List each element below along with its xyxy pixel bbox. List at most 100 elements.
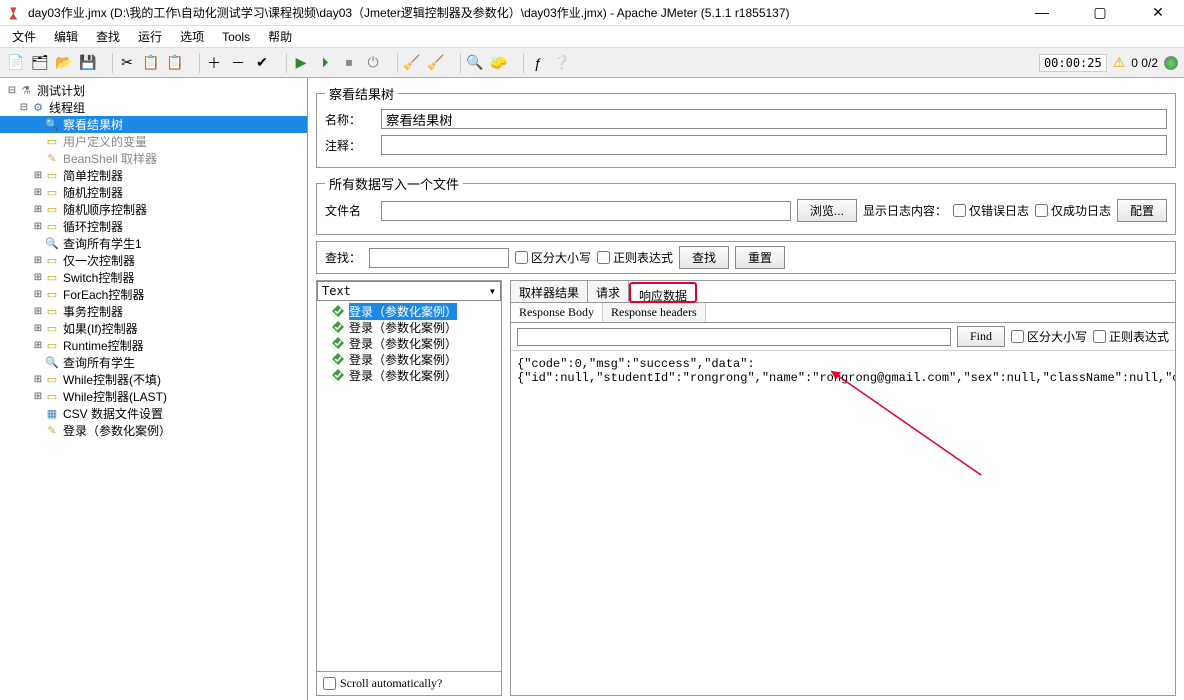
- minimize-button[interactable]: —: [1024, 4, 1060, 21]
- tab-response-data[interactable]: 响应数据: [629, 282, 697, 303]
- find-button[interactable]: Find: [957, 326, 1005, 347]
- subtab-response-body[interactable]: Response Body: [511, 303, 603, 322]
- tree-node[interactable]: 🔍察看结果树: [0, 116, 307, 133]
- sample-item[interactable]: 登录（参数化案例）: [317, 351, 501, 367]
- tree-node[interactable]: ⊞▭随机控制器: [0, 184, 307, 201]
- find-input[interactable]: [517, 328, 951, 346]
- maximize-button[interactable]: ▢: [1082, 4, 1118, 21]
- menu-search[interactable]: 查找: [92, 26, 124, 47]
- menu-tools[interactable]: Tools: [218, 28, 254, 46]
- tree-node[interactable]: ⊞▭事务控制器: [0, 303, 307, 320]
- warning-icon[interactable]: ⚠: [1113, 54, 1126, 71]
- regex-checkbox[interactable]: 正则表达式: [597, 249, 673, 266]
- response-body-text[interactable]: {"code":0,"msg":"success","data":{"id":n…: [511, 351, 1175, 695]
- comment-input[interactable]: [381, 135, 1167, 155]
- tab-sampler-result[interactable]: 取样器结果: [511, 281, 588, 302]
- start-no-pause-icon[interactable]: ⏵: [315, 53, 335, 73]
- success-only-checkbox[interactable]: 仅成功日志: [1035, 202, 1111, 219]
- find-case-checkbox[interactable]: 区分大小写: [1011, 328, 1087, 345]
- search-button[interactable]: 查找: [679, 246, 729, 269]
- subtab-response-headers[interactable]: Response headers: [603, 303, 706, 322]
- tree-node[interactable]: ⊞▭随机顺序控制器: [0, 201, 307, 218]
- start-icon[interactable]: ▶: [291, 53, 311, 73]
- clear-all-icon[interactable]: 🧹: [426, 53, 446, 73]
- sample-item[interactable]: 登录（参数化案例）: [317, 367, 501, 383]
- sample-item[interactable]: 登录（参数化案例）: [317, 303, 501, 319]
- window-title: day03作业.jmx (D:\我的工作\自动化测试学习\课程视频\day03（…: [28, 4, 1024, 21]
- filename-input[interactable]: [381, 201, 791, 221]
- collapse-icon[interactable]: －: [228, 53, 248, 73]
- reset-search-icon[interactable]: 🧽: [489, 53, 509, 73]
- shutdown-icon[interactable]: ⏻: [363, 53, 383, 73]
- configure-button[interactable]: 配置: [1117, 199, 1167, 222]
- filename-label: 文件名: [325, 202, 375, 219]
- name-input[interactable]: [381, 109, 1167, 129]
- jmeter-app-icon: [8, 6, 22, 20]
- close-button[interactable]: ✕: [1140, 4, 1176, 21]
- chevron-down-icon: ▾: [489, 284, 496, 298]
- stop-icon[interactable]: ⏹: [339, 53, 359, 73]
- sample-result-list[interactable]: 登录（参数化案例）登录（参数化案例）登录（参数化案例）登录（参数化案例）登录（参…: [317, 301, 501, 671]
- write-file-group: 所有数据写入一个文件 文件名 浏览... 显示日志内容： 仅错误日志 仅成功日志…: [316, 174, 1176, 235]
- scroll-auto-checkbox[interactable]: Scroll automatically?: [317, 671, 501, 695]
- tab-request[interactable]: 请求: [588, 281, 629, 302]
- clear-icon[interactable]: 🧹: [402, 53, 422, 73]
- errors-only-checkbox[interactable]: 仅错误日志: [953, 202, 1029, 219]
- toggle-icon[interactable]: ✔: [252, 53, 272, 73]
- panel-title: 察看结果树: [325, 84, 398, 103]
- results-right-panel: 取样器结果 请求 响应数据 Response Body Response hea…: [510, 280, 1176, 696]
- success-icon: [331, 304, 345, 318]
- renderer-select[interactable]: Text▾: [317, 281, 501, 301]
- find-regex-checkbox[interactable]: 正则表达式: [1093, 328, 1169, 345]
- tree-node[interactable]: ✎登录（参数化案例）: [0, 422, 307, 439]
- menu-file[interactable]: 文件: [8, 26, 40, 47]
- open-icon[interactable]: 📂: [54, 53, 74, 73]
- tree-node[interactable]: ⊞▭While控制器(不填): [0, 371, 307, 388]
- menu-options[interactable]: 选项: [176, 26, 208, 47]
- tree-node[interactable]: ▦CSV 数据文件设置: [0, 405, 307, 422]
- success-icon: [331, 320, 345, 334]
- tree-node[interactable]: ⊞▭仅一次控制器: [0, 252, 307, 269]
- tree-node[interactable]: 🔍查询所有学生: [0, 354, 307, 371]
- success-icon: [331, 352, 345, 366]
- search-icon[interactable]: 🔍: [465, 53, 485, 73]
- cut-icon[interactable]: ✂: [117, 53, 137, 73]
- new-icon[interactable]: 📄: [6, 53, 26, 73]
- browse-button[interactable]: 浏览...: [797, 199, 857, 222]
- tree-node[interactable]: ⊞▭如果(If)控制器: [0, 320, 307, 337]
- tree-node[interactable]: ⊞▭Switch控制器: [0, 269, 307, 286]
- menu-run[interactable]: 运行: [134, 26, 166, 47]
- tree-node[interactable]: ⊟⚗测试计划: [0, 82, 307, 99]
- tree-node[interactable]: ⊞▭While控制器(LAST): [0, 388, 307, 405]
- search-input[interactable]: [369, 248, 509, 268]
- function-helper-icon[interactable]: ƒ: [528, 53, 548, 73]
- templates-icon[interactable]: 🗂: [30, 53, 50, 73]
- expand-icon[interactable]: ＋: [204, 53, 224, 73]
- search-label: 查找：: [325, 249, 363, 266]
- test-plan-tree[interactable]: ⊟⚗测试计划⊟⚙线程组🔍察看结果树▭用户定义的变量✎BeanShell 取样器⊞…: [0, 78, 308, 700]
- tree-node[interactable]: ⊞▭ForEach控制器: [0, 286, 307, 303]
- paste-icon[interactable]: 📋: [165, 53, 185, 73]
- tree-node[interactable]: ⊞▭Runtime控制器: [0, 337, 307, 354]
- menu-help[interactable]: 帮助: [264, 26, 296, 47]
- tree-node[interactable]: ⊞▭循环控制器: [0, 218, 307, 235]
- elapsed-timer: 00:00:25: [1039, 54, 1107, 72]
- sample-item[interactable]: 登录（参数化案例）: [317, 335, 501, 351]
- tree-node[interactable]: ▭用户定义的变量: [0, 133, 307, 150]
- name-label: 名称：: [325, 111, 375, 128]
- save-icon[interactable]: 💾: [78, 53, 98, 73]
- tree-node[interactable]: ✎BeanShell 取样器: [0, 150, 307, 167]
- tree-node[interactable]: ⊟⚙线程组: [0, 99, 307, 116]
- menu-edit[interactable]: 编辑: [50, 26, 82, 47]
- reset-button[interactable]: 重置: [735, 246, 785, 269]
- menubar: 文件 编辑 查找 运行 选项 Tools 帮助: [0, 26, 1184, 48]
- copy-icon[interactable]: 📋: [141, 53, 161, 73]
- case-sensitive-checkbox[interactable]: 区分大小写: [515, 249, 591, 266]
- sample-item[interactable]: 登录（参数化案例）: [317, 319, 501, 335]
- tree-node[interactable]: 🔍查询所有学生1: [0, 235, 307, 252]
- search-group: 查找： 区分大小写 正则表达式 查找 重置: [316, 241, 1176, 274]
- write-file-legend: 所有数据写入一个文件: [325, 174, 463, 193]
- results-left-panel: Text▾ 登录（参数化案例）登录（参数化案例）登录（参数化案例）登录（参数化案…: [316, 280, 502, 696]
- help-icon[interactable]: ❔: [552, 53, 572, 73]
- tree-node[interactable]: ⊞▭简单控制器: [0, 167, 307, 184]
